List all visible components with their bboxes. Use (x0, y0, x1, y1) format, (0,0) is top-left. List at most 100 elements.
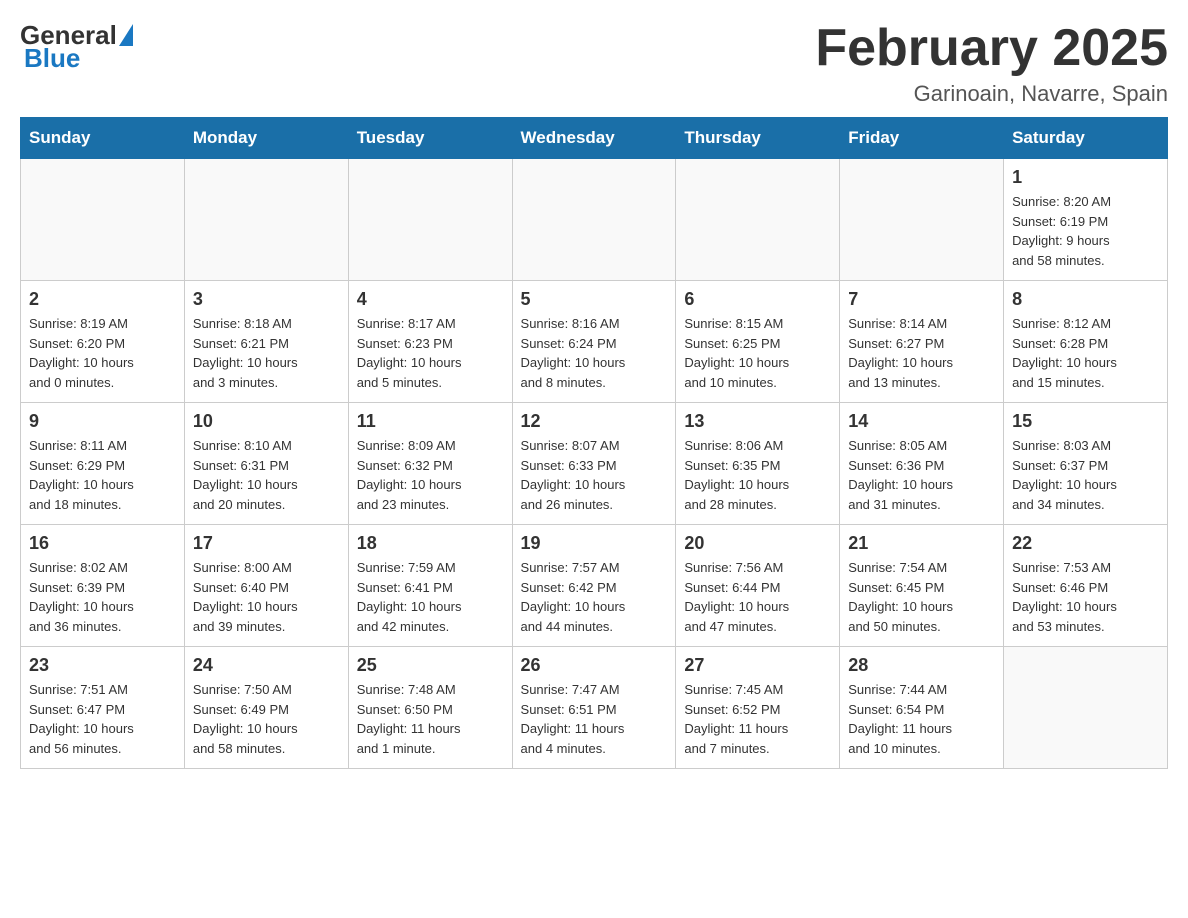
day-info: Sunrise: 8:03 AMSunset: 6:37 PMDaylight:… (1012, 436, 1159, 514)
day-number: 14 (848, 411, 995, 432)
day-number: 13 (684, 411, 831, 432)
day-number: 4 (357, 289, 504, 310)
calendar-cell: 26 Sunrise: 7:47 AMSunset: 6:51 PMDayligh… (512, 647, 676, 769)
day-number: 28 (848, 655, 995, 676)
day-number: 9 (29, 411, 176, 432)
weekday-header-sunday: Sunday (21, 118, 185, 159)
calendar-week-4: 16 Sunrise: 8:02 AMSunset: 6:39 PMDayligh… (21, 525, 1168, 647)
calendar-cell: 18 Sunrise: 7:59 AMSunset: 6:41 PMDayligh… (348, 525, 512, 647)
day-info: Sunrise: 7:47 AMSunset: 6:51 PMDaylight:… (521, 680, 668, 758)
day-info: Sunrise: 8:17 AMSunset: 6:23 PMDaylight:… (357, 314, 504, 392)
weekday-header-friday: Friday (840, 118, 1004, 159)
day-info: Sunrise: 8:05 AMSunset: 6:36 PMDaylight:… (848, 436, 995, 514)
day-number: 11 (357, 411, 504, 432)
day-info: Sunrise: 8:16 AMSunset: 6:24 PMDaylight:… (521, 314, 668, 392)
calendar-cell (840, 159, 1004, 281)
day-info: Sunrise: 8:12 AMSunset: 6:28 PMDaylight:… (1012, 314, 1159, 392)
calendar-cell: 24 Sunrise: 7:50 AMSunset: 6:49 PMDayligh… (184, 647, 348, 769)
day-info: Sunrise: 8:11 AMSunset: 6:29 PMDaylight:… (29, 436, 176, 514)
calendar-cell: 28 Sunrise: 7:44 AMSunset: 6:54 PMDayligh… (840, 647, 1004, 769)
calendar-cell: 2 Sunrise: 8:19 AMSunset: 6:20 PMDaylight… (21, 281, 185, 403)
calendar-cell (21, 159, 185, 281)
day-number: 18 (357, 533, 504, 554)
logo-blue-text: Blue (24, 43, 80, 74)
day-info: Sunrise: 8:09 AMSunset: 6:32 PMDaylight:… (357, 436, 504, 514)
day-number: 1 (1012, 167, 1159, 188)
weekday-header-tuesday: Tuesday (348, 118, 512, 159)
day-info: Sunrise: 8:18 AMSunset: 6:21 PMDaylight:… (193, 314, 340, 392)
day-number: 21 (848, 533, 995, 554)
weekday-header-wednesday: Wednesday (512, 118, 676, 159)
calendar-cell: 20Sunrise: 7:56 AMSunset: 6:44 PMDayligh… (676, 525, 840, 647)
page-header: General Blue February 2025 Garinoain, Na… (20, 20, 1168, 107)
calendar-cell: 4 Sunrise: 8:17 AMSunset: 6:23 PMDaylight… (348, 281, 512, 403)
weekday-header-thursday: Thursday (676, 118, 840, 159)
calendar-cell: 7Sunrise: 8:14 AMSunset: 6:27 PMDaylight… (840, 281, 1004, 403)
day-number: 6 (684, 289, 831, 310)
day-number: 20 (684, 533, 831, 554)
day-number: 10 (193, 411, 340, 432)
calendar-week-2: 2 Sunrise: 8:19 AMSunset: 6:20 PMDaylight… (21, 281, 1168, 403)
day-number: 2 (29, 289, 176, 310)
calendar-cell (676, 159, 840, 281)
day-number: 15 (1012, 411, 1159, 432)
calendar-cell (348, 159, 512, 281)
calendar-cell (512, 159, 676, 281)
day-number: 12 (521, 411, 668, 432)
weekday-header-monday: Monday (184, 118, 348, 159)
calendar-cell: 10Sunrise: 8:10 AMSunset: 6:31 PMDayligh… (184, 403, 348, 525)
day-number: 8 (1012, 289, 1159, 310)
calendar-cell: 11 Sunrise: 8:09 AMSunset: 6:32 PMDayligh… (348, 403, 512, 525)
calendar-cell: 6 Sunrise: 8:15 AMSunset: 6:25 PMDaylight… (676, 281, 840, 403)
day-number: 17 (193, 533, 340, 554)
calendar-subtitle: Garinoain, Navarre, Spain (815, 81, 1168, 107)
calendar-title: February 2025 (815, 20, 1168, 77)
day-info: Sunrise: 8:15 AMSunset: 6:25 PMDaylight:… (684, 314, 831, 392)
day-info: Sunrise: 8:19 AMSunset: 6:20 PMDaylight:… (29, 314, 176, 392)
day-info: Sunrise: 7:44 AMSunset: 6:54 PMDaylight:… (848, 680, 995, 758)
day-number: 16 (29, 533, 176, 554)
day-info: Sunrise: 7:54 AMSunset: 6:45 PMDaylight:… (848, 558, 995, 636)
calendar-cell: 8 Sunrise: 8:12 AMSunset: 6:28 PMDaylight… (1004, 281, 1168, 403)
day-info: Sunrise: 8:07 AMSunset: 6:33 PMDaylight:… (521, 436, 668, 514)
day-info: Sunrise: 7:48 AMSunset: 6:50 PMDaylight:… (357, 680, 504, 758)
calendar-cell: 13Sunrise: 8:06 AMSunset: 6:35 PMDayligh… (676, 403, 840, 525)
weekday-header-saturday: Saturday (1004, 118, 1168, 159)
logo: General Blue (20, 20, 133, 74)
calendar-cell: 3Sunrise: 8:18 AMSunset: 6:21 PMDaylight… (184, 281, 348, 403)
logo-triangle-icon (119, 24, 133, 46)
day-info: Sunrise: 7:53 AMSunset: 6:46 PMDaylight:… (1012, 558, 1159, 636)
calendar-header: SundayMondayTuesdayWednesdayThursdayFrid… (21, 118, 1168, 159)
calendar-week-3: 9 Sunrise: 8:11 AMSunset: 6:29 PMDaylight… (21, 403, 1168, 525)
calendar-body: 1 Sunrise: 8:20 AMSunset: 6:19 PMDaylight… (21, 159, 1168, 769)
day-info: Sunrise: 7:50 AMSunset: 6:49 PMDaylight:… (193, 680, 340, 758)
calendar-cell: 9 Sunrise: 8:11 AMSunset: 6:29 PMDaylight… (21, 403, 185, 525)
calendar-cell (1004, 647, 1168, 769)
day-info: Sunrise: 8:02 AMSunset: 6:39 PMDaylight:… (29, 558, 176, 636)
day-info: Sunrise: 8:00 AMSunset: 6:40 PMDaylight:… (193, 558, 340, 636)
calendar-cell: 15 Sunrise: 8:03 AMSunset: 6:37 PMDayligh… (1004, 403, 1168, 525)
calendar-week-1: 1 Sunrise: 8:20 AMSunset: 6:19 PMDaylight… (21, 159, 1168, 281)
calendar-cell (184, 159, 348, 281)
calendar-cell: 19Sunrise: 7:57 AMSunset: 6:42 PMDayligh… (512, 525, 676, 647)
day-info: Sunrise: 8:20 AMSunset: 6:19 PMDaylight:… (1012, 192, 1159, 270)
calendar-cell: 14 Sunrise: 8:05 AMSunset: 6:36 PMDayligh… (840, 403, 1004, 525)
day-info: Sunrise: 7:51 AMSunset: 6:47 PMDaylight:… (29, 680, 176, 758)
day-number: 7 (848, 289, 995, 310)
calendar-cell: 25Sunrise: 7:48 AMSunset: 6:50 PMDayligh… (348, 647, 512, 769)
calendar-cell: 12 Sunrise: 8:07 AMSunset: 6:33 PMDayligh… (512, 403, 676, 525)
calendar-cell: 21 Sunrise: 7:54 AMSunset: 6:45 PMDayligh… (840, 525, 1004, 647)
calendar-week-5: 23 Sunrise: 7:51 AMSunset: 6:47 PMDayligh… (21, 647, 1168, 769)
day-number: 26 (521, 655, 668, 676)
calendar-cell: 22Sunrise: 7:53 AMSunset: 6:46 PMDayligh… (1004, 525, 1168, 647)
day-number: 24 (193, 655, 340, 676)
day-info: Sunrise: 7:59 AMSunset: 6:41 PMDaylight:… (357, 558, 504, 636)
title-section: February 2025 Garinoain, Navarre, Spain (815, 20, 1168, 107)
day-number: 27 (684, 655, 831, 676)
calendar-cell: 1 Sunrise: 8:20 AMSunset: 6:19 PMDaylight… (1004, 159, 1168, 281)
day-number: 5 (521, 289, 668, 310)
day-number: 23 (29, 655, 176, 676)
calendar-cell: 16 Sunrise: 8:02 AMSunset: 6:39 PMDayligh… (21, 525, 185, 647)
day-info: Sunrise: 7:57 AMSunset: 6:42 PMDaylight:… (521, 558, 668, 636)
day-info: Sunrise: 7:45 AMSunset: 6:52 PMDaylight:… (684, 680, 831, 758)
